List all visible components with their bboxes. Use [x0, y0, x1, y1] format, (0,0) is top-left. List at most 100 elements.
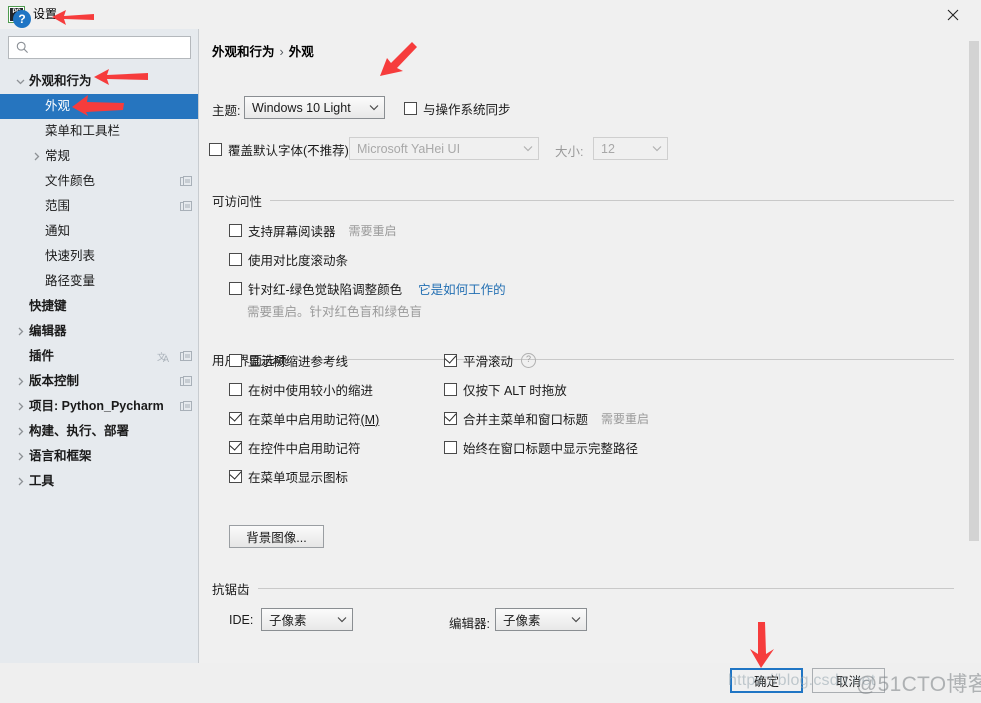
sidebar-item-icons: 文A	[157, 344, 192, 369]
content-scrollbar-thumb[interactable]	[969, 41, 979, 541]
chevron-right-icon[interactable]	[13, 425, 27, 439]
theme-combobox[interactable]: Windows 10 Light	[244, 96, 385, 119]
copy-icon	[180, 400, 192, 411]
sidebar-item-7[interactable]: 快速列表	[0, 244, 198, 269]
antialiasing-section-title: 抗锯齿	[212, 582, 250, 597]
copy-icon[interactable]	[180, 400, 192, 413]
sidebar-item-16[interactable]: 工具	[0, 469, 198, 494]
ui-option-right-row-3[interactable]: 始终在窗口标题中显示完整路径	[444, 438, 638, 456]
breadcrumb: 外观和行为 › 外观	[212, 41, 314, 60]
sidebar-item-3[interactable]: 常规	[0, 144, 198, 169]
chevron-right-icon[interactable]	[13, 375, 27, 389]
copy-icon	[180, 200, 192, 211]
sync-os-checkbox-row[interactable]: 与操作系统同步	[404, 99, 511, 117]
accessibility-option-checkbox-0[interactable]	[229, 223, 242, 237]
sidebar-item-8[interactable]: 路径变量	[0, 269, 198, 294]
content-scrollbar-track[interactable]	[967, 29, 981, 663]
sidebar-item-9[interactable]: 快捷键	[0, 294, 198, 319]
ui-option-right-checkbox-2[interactable]	[444, 411, 457, 425]
search-input[interactable]	[33, 38, 190, 57]
settings-sidebar: 外观和行为 外观菜单和工具栏常规 文件颜色 范围通知快速列表 路径变量 快捷键 编辑器 插件 文…	[0, 29, 199, 663]
override-font-checkbox-row[interactable]: 覆盖默认字体(不推荐):	[209, 140, 352, 158]
ui-option-right-label-0: 平滑滚动	[463, 354, 514, 369]
ui-option-right-row-1[interactable]: 仅按下 ALT 时拖放	[444, 380, 567, 398]
sidebar-item-15[interactable]: 语言和框架	[0, 444, 198, 469]
ok-button[interactable]: 确定	[730, 668, 803, 693]
chevron-down-icon	[332, 616, 352, 623]
settings-tree: 外观和行为 外观菜单和工具栏常规 文件颜色 范围通知快速列表 路径变量 快捷键 编辑器 插件 文…	[0, 69, 198, 494]
chevron-down-icon[interactable]	[13, 75, 27, 89]
sidebar-item-icons	[180, 369, 192, 394]
copy-icon[interactable]	[180, 375, 192, 388]
chevron-down-icon	[566, 616, 586, 623]
ui-option-left-row-3[interactable]: 在控件中启用助记符	[229, 438, 361, 456]
accessibility-option-row-1[interactable]: 使用对比度滚动条	[229, 250, 348, 268]
window-title: 设置	[33, 7, 58, 21]
ui-option-right-label-2: 合并主菜单和窗口标题	[463, 412, 589, 427]
svg-text:A: A	[163, 354, 169, 363]
accessibility-option-label-0: 支持屏幕阅读器	[248, 224, 336, 239]
chevron-right-icon[interactable]	[13, 450, 27, 464]
sidebar-item-6[interactable]: 通知	[0, 219, 198, 244]
antialiasing-editor-combobox[interactable]: 子像素	[495, 608, 587, 631]
sidebar-item-5[interactable]: 范围	[0, 194, 198, 219]
chevron-right-icon[interactable]	[13, 400, 27, 414]
antialiasing-ide-combobox[interactable]: 子像素	[261, 608, 353, 631]
sync-os-checkbox[interactable]	[404, 101, 417, 115]
font-size-value: 12	[601, 141, 615, 156]
ui-option-left-label-0: 显示树缩进参考线	[248, 354, 349, 369]
sidebar-item-11[interactable]: 插件 文 A	[0, 344, 198, 369]
override-font-checkbox[interactable]	[209, 142, 222, 156]
sidebar-item-4[interactable]: 文件颜色	[0, 169, 198, 194]
sidebar-item-10[interactable]: 编辑器	[0, 319, 198, 344]
sidebar-item-12[interactable]: 版本控制	[0, 369, 198, 394]
accessibility-section-header: 可访问性	[212, 192, 954, 209]
accessibility-option-row-0[interactable]: 支持屏幕阅读器 需要重启	[229, 221, 397, 239]
ui-option-left-row-1[interactable]: 在树中使用较小的缩进	[229, 380, 373, 398]
sidebar-item-label: 语言和框架	[29, 449, 92, 463]
ui-option-left-checkbox-4[interactable]	[229, 469, 242, 483]
help-icon[interactable]: ?	[521, 352, 537, 368]
search-box[interactable]	[8, 36, 191, 59]
ui-option-left-label-2: 在菜单中启用助记符(M)	[248, 412, 380, 427]
accessibility-option-row-2[interactable]: 针对红-绿色觉缺陷调整颜色 它是如何工作的	[229, 279, 506, 297]
font-size-combobox: 12	[593, 137, 668, 160]
accessibility-option-checkbox-2[interactable]	[229, 281, 242, 295]
cancel-button[interactable]: 取消	[812, 668, 885, 693]
search-icon	[15, 41, 29, 55]
accessibility-option-checkbox-1[interactable]	[229, 252, 242, 266]
sidebar-item-1[interactable]: 外观	[0, 94, 198, 119]
ui-option-right-row-2[interactable]: 合并主菜单和窗口标题 需要重启	[444, 409, 649, 427]
sidebar-item-label: 构建、执行、部署	[29, 424, 130, 438]
breadcrumb-parent[interactable]: 外观和行为	[212, 45, 275, 59]
ui-option-left-checkbox-3[interactable]	[229, 440, 242, 454]
sidebar-item-label: 通知	[45, 224, 71, 238]
ui-option-left-row-4[interactable]: 在菜单项显示图标	[229, 467, 348, 485]
sidebar-item-14[interactable]: 构建、执行、部署	[0, 419, 198, 444]
chevron-right-icon[interactable]	[13, 325, 27, 339]
sidebar-item-0[interactable]: 外观和行为	[0, 69, 198, 94]
translate-icon[interactable]: 文A	[157, 350, 171, 363]
chevron-right-icon[interactable]	[29, 150, 43, 164]
ui-option-right-checkbox-3[interactable]	[444, 440, 457, 454]
chevron-right-icon[interactable]	[13, 475, 27, 489]
sidebar-item-label: 菜单和工具栏	[45, 124, 121, 138]
copy-icon[interactable]	[180, 175, 192, 188]
ui-option-left-checkbox-2[interactable]	[229, 411, 242, 425]
ui-option-left-row-2[interactable]: 在菜单中启用助记符(M)	[229, 409, 379, 427]
copy-icon[interactable]	[180, 350, 192, 363]
ui-option-right-checkbox-1[interactable]	[444, 382, 457, 396]
accessibility-option-link-2[interactable]: 它是如何工作的	[418, 279, 506, 298]
background-image-button[interactable]: 背景图像...	[229, 525, 324, 548]
sidebar-item-2[interactable]: 菜单和工具栏	[0, 119, 198, 144]
ui-option-right-checkbox-0[interactable]	[444, 353, 457, 367]
help-button[interactable]: ?	[13, 10, 31, 28]
copy-icon[interactable]	[180, 200, 192, 213]
ui-option-left-row-0[interactable]: 显示树缩进参考线	[229, 351, 348, 369]
sidebar-item-13[interactable]: 项目: Python_Pycharm	[0, 394, 198, 419]
ui-option-right-row-0[interactable]: 平滑滚动?	[444, 351, 537, 369]
section-divider	[270, 199, 954, 201]
close-button[interactable]	[931, 0, 975, 29]
ui-option-left-checkbox-0[interactable]	[229, 353, 242, 367]
ui-option-left-checkbox-1[interactable]	[229, 382, 242, 396]
